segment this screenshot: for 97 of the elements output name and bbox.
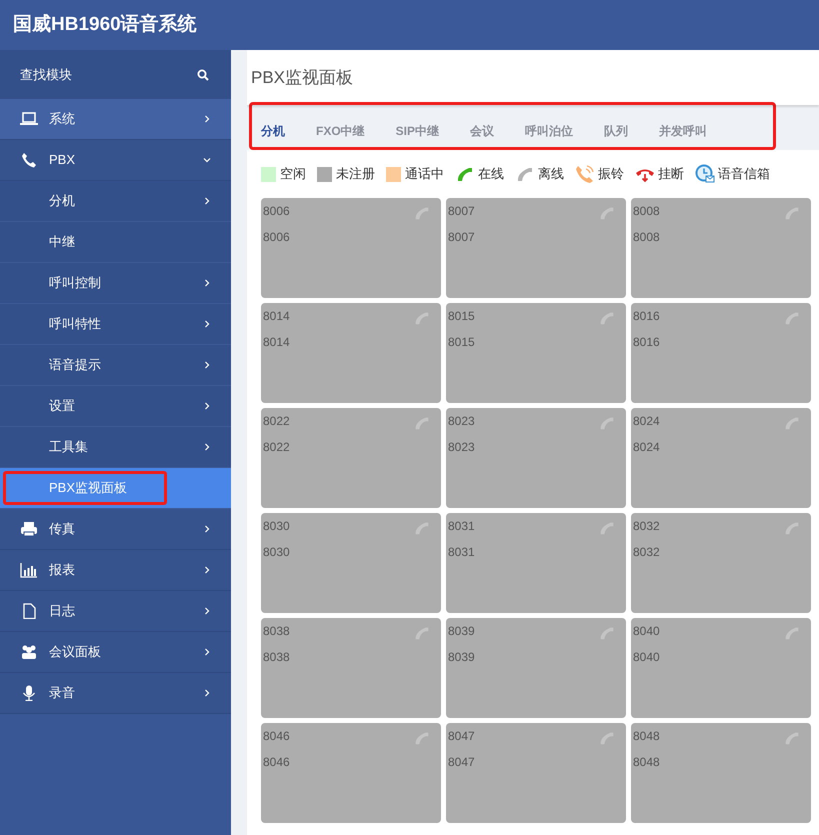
- search-bar[interactable]: 查找模块: [0, 50, 231, 99]
- extension-name: 8016: [633, 334, 660, 351]
- extension-number: 8047: [448, 728, 475, 745]
- extension-name: 8039: [448, 649, 475, 666]
- sidebar-item[interactable]: PBX: [0, 140, 231, 181]
- legend-label: 挂断: [658, 165, 684, 184]
- highlight-frame: PBX监视面板: [3, 471, 168, 505]
- extension-card[interactable]: 8032 8032: [631, 513, 811, 613]
- voicemail-clock-icon: [695, 164, 715, 184]
- extension-card[interactable]: 8023 8023: [446, 408, 626, 508]
- extension-number: 8032: [633, 518, 660, 535]
- extension-name: 8046: [263, 754, 290, 771]
- microphone-icon: [20, 685, 38, 701]
- legend-label: 未注册: [336, 165, 375, 184]
- sidebar-item[interactable]: 分机: [0, 181, 231, 222]
- extension-number: 8024: [633, 413, 660, 430]
- extension-name: 8030: [263, 544, 290, 561]
- extension-name: 8024: [633, 439, 660, 456]
- search-icon: [197, 68, 209, 80]
- legend-label: 语音信箱: [718, 165, 770, 184]
- extension-card[interactable]: 8039 8039: [446, 618, 626, 718]
- extension-name: 8015: [448, 334, 475, 351]
- app-title: 国威HB1960语音系统: [13, 12, 197, 37]
- extension-card[interactable]: 8030 8030: [261, 513, 441, 613]
- extension-card[interactable]: 8048 8048: [631, 723, 811, 823]
- extension-number: 8016: [633, 308, 660, 325]
- legend-label: 振铃: [598, 165, 624, 184]
- legend-label: 在线: [478, 165, 504, 184]
- laptop-icon: [20, 111, 38, 127]
- sidebar-item[interactable]: 录音: [0, 673, 231, 714]
- legend-label: 空闲: [280, 165, 306, 184]
- extension-card[interactable]: 8016 8016: [631, 303, 811, 403]
- sidebar-item[interactable]: 设置: [0, 386, 231, 427]
- extension-number: 8046: [263, 728, 290, 745]
- sidebar-item[interactable]: 系统: [0, 99, 231, 140]
- sidebar-item[interactable]: 会议面板: [0, 632, 231, 673]
- tab[interactable]: 并发呼叫: [659, 122, 708, 150]
- tab[interactable]: 队列: [604, 122, 628, 150]
- sidebar-item[interactable]: 语音提示: [0, 345, 231, 386]
- extension-name: 8006: [263, 229, 290, 246]
- extension-number: 8048: [633, 728, 660, 745]
- extension-name: 8014: [263, 334, 290, 351]
- extension-name: 8032: [633, 544, 660, 561]
- ringing-phone-icon: [575, 164, 595, 184]
- extension-number: 8008: [633, 203, 660, 220]
- extension-number: 8007: [448, 203, 475, 220]
- sidebar-item[interactable]: 日志: [0, 591, 231, 632]
- legend-label: 离线: [538, 165, 564, 184]
- extension-number: 8039: [448, 623, 475, 640]
- extension-number: 8014: [263, 308, 290, 325]
- tab[interactable]: 呼叫泊位: [525, 122, 574, 150]
- sidebar-item[interactable]: 工具集: [0, 427, 231, 468]
- bar-chart-icon: [20, 562, 38, 578]
- legend-label: 通话中: [405, 165, 444, 184]
- extension-number: 8040: [633, 623, 660, 640]
- tab[interactable]: SIP中继: [396, 122, 440, 150]
- extension-name: 8007: [448, 229, 475, 246]
- extension-name: 8048: [633, 754, 660, 771]
- sidebar-item[interactable]: PBX监视面板: [0, 468, 231, 509]
- extension-name: 8023: [448, 439, 475, 456]
- extension-card[interactable]: 8031 8031: [446, 513, 626, 613]
- tab[interactable]: 会议: [470, 122, 494, 150]
- extension-number: 8031: [448, 518, 475, 535]
- sidebar-item[interactable]: 中继: [0, 222, 231, 263]
- extension-name: 8022: [263, 439, 290, 456]
- phone-icon: [20, 152, 38, 168]
- extension-card[interactable]: 8038 8038: [261, 618, 441, 718]
- tab[interactable]: FXO中继: [316, 122, 365, 150]
- extension-card[interactable]: 8046 8046: [261, 723, 441, 823]
- extension-card[interactable]: 8024 8024: [631, 408, 811, 508]
- extension-name: 8040: [633, 649, 660, 666]
- extension-number: 8022: [263, 413, 290, 430]
- extension-number: 8015: [448, 308, 475, 325]
- extension-name: 8031: [448, 544, 475, 561]
- extension-number: 8030: [263, 518, 290, 535]
- page-title: PBX监视面板: [247, 50, 819, 105]
- extension-card[interactable]: 8015 8015: [446, 303, 626, 403]
- extension-name: 8008: [633, 229, 660, 246]
- sidebar-item[interactable]: 呼叫控制: [0, 263, 231, 304]
- users-icon: [20, 644, 38, 660]
- extension-card[interactable]: 8014 8014: [261, 303, 441, 403]
- sidebar-item[interactable]: 传真: [0, 509, 231, 550]
- sidebar-item[interactable]: 呼叫特性: [0, 304, 231, 345]
- extension-card[interactable]: 8007 8007: [446, 198, 626, 298]
- extension-name: 8038: [263, 649, 290, 666]
- extension-card[interactable]: 8047 8047: [446, 723, 626, 823]
- extension-card[interactable]: 8006 8006: [261, 198, 441, 298]
- extension-number: 8023: [448, 413, 475, 430]
- extension-number: 8038: [263, 623, 290, 640]
- extension-card[interactable]: 8040 8040: [631, 618, 811, 718]
- tab[interactable]: 分机: [261, 122, 285, 150]
- printer-icon: [20, 521, 38, 537]
- extension-card[interactable]: 8008 8008: [631, 198, 811, 298]
- extension-name: 8047: [448, 754, 475, 771]
- extension-card[interactable]: 8022 8022: [261, 408, 441, 508]
- sidebar-item[interactable]: 报表: [0, 550, 231, 591]
- extension-number: 8006: [263, 203, 290, 220]
